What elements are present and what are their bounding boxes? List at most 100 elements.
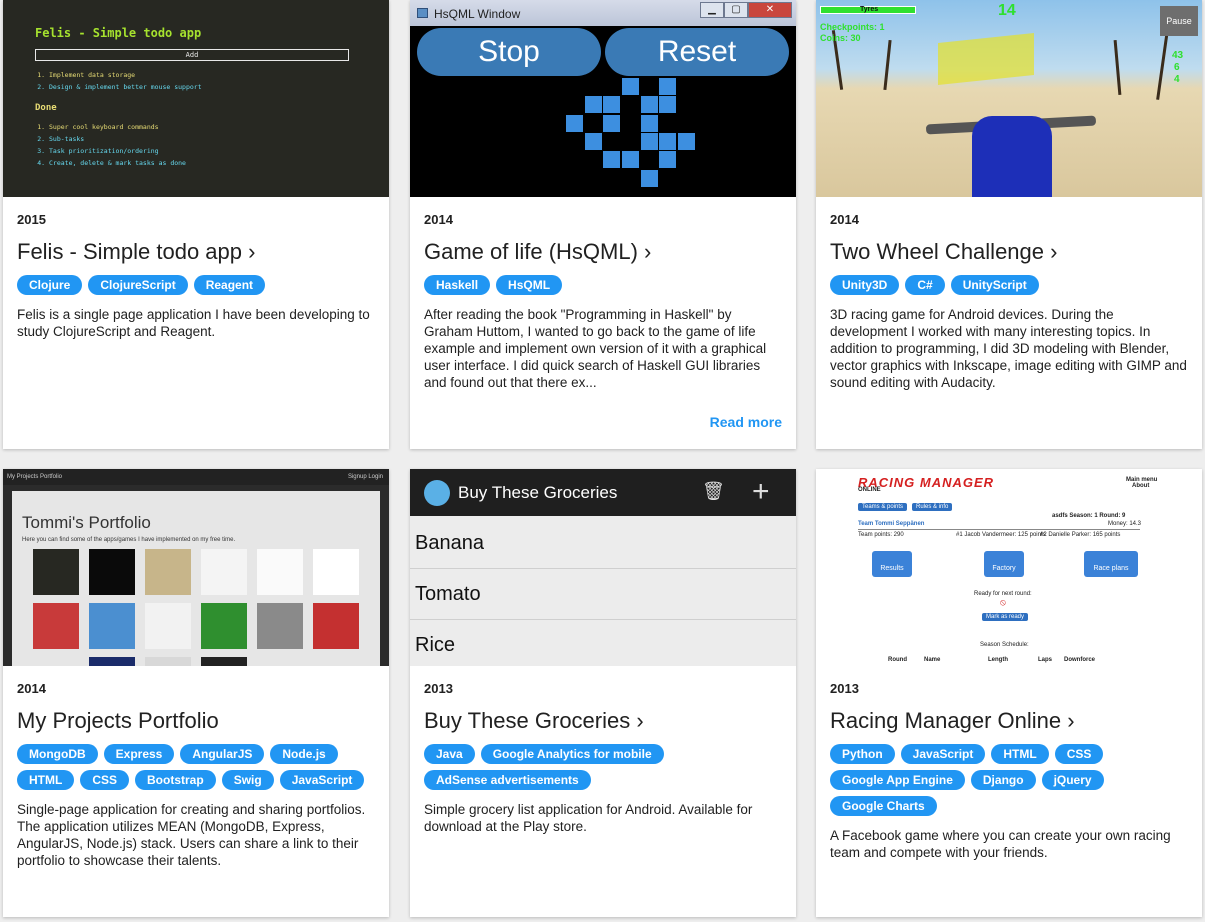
tag-clojurescript[interactable]: ClojureScript bbox=[88, 275, 188, 295]
tag-mongodb[interactable]: MongoDB bbox=[17, 744, 98, 764]
screenshot-done-heading: Done bbox=[35, 103, 57, 113]
tag-css[interactable]: CSS bbox=[1054, 744, 1104, 764]
thumbnail bbox=[145, 657, 191, 666]
list-item: Implement data storage bbox=[49, 69, 389, 81]
screenshot-done-list: Super cool keyboard commands Sub-tasks T… bbox=[35, 121, 389, 169]
screenshot-schedule-label: Season Schedule: bbox=[980, 642, 1029, 648]
list-item: Design & implement better mouse support bbox=[49, 81, 389, 93]
tag-css[interactable]: CSS bbox=[80, 770, 130, 790]
life-cell bbox=[641, 133, 658, 150]
project-card-two-wheel-challenge: Tyres 14 Checkpoints: 1 Coins: 30 Pause … bbox=[816, 0, 1202, 449]
screenshot-teams-button: Teams & points bbox=[858, 503, 908, 511]
tag-list: MongoDB Express AngularJS Node.js HTML C… bbox=[17, 744, 375, 790]
checkpoints-counter: Checkpoints: 1 bbox=[820, 22, 885, 32]
tag-hsqml[interactable]: HsQML bbox=[496, 275, 563, 295]
tag-csharp[interactable]: C# bbox=[905, 275, 945, 295]
project-card-game-of-life: HsQML Window ▁ ▢ ✕ Stop Reset 2014 Game … bbox=[410, 0, 796, 449]
screenshot-team-name: Team Tommi Seppänen bbox=[858, 521, 925, 527]
tag-jquery[interactable]: jQuery bbox=[1041, 770, 1104, 790]
schedule-col-laps: Laps bbox=[1038, 657, 1053, 663]
thumbnail bbox=[89, 657, 135, 666]
project-year: 2013 bbox=[424, 681, 453, 696]
screenshot-nav-links: Signup Login bbox=[347, 474, 383, 480]
tag-list: Haskell HsQML bbox=[424, 275, 782, 295]
life-cell bbox=[641, 115, 658, 132]
project-year: 2014 bbox=[830, 212, 859, 227]
plus-icon: + bbox=[752, 475, 770, 508]
project-year: 2014 bbox=[17, 681, 46, 696]
tag-javascript[interactable]: JavaScript bbox=[279, 770, 365, 790]
screenshot-driver1: #1 Jacob Vandermeer: 125 points bbox=[956, 532, 1046, 538]
tag-django[interactable]: Django bbox=[970, 770, 1036, 790]
screenshot-results-button: Results bbox=[872, 551, 912, 577]
screenshot-heading: Tommi's Portfolio bbox=[22, 513, 151, 532]
tag-html[interactable]: HTML bbox=[991, 744, 1049, 764]
project-screenshot[interactable]: Buy These Groceries 🗑 + Banana Tomato Ri… bbox=[410, 469, 796, 666]
tag-reagent[interactable]: Reagent bbox=[193, 275, 266, 295]
read-more-link[interactable]: Read more bbox=[710, 414, 782, 430]
project-title-link[interactable]: Two Wheel Challenge › bbox=[830, 239, 1188, 265]
screenshot-stop-button: Stop bbox=[417, 28, 601, 76]
project-screenshot[interactable]: RACING MANAGER ONLINE Main menu About Te… bbox=[816, 469, 1202, 666]
screenshot-window-titlebar: HsQML Window ▁ ▢ ✕ bbox=[410, 0, 796, 26]
list-item: Create, delete & mark tasks as done bbox=[49, 157, 389, 169]
project-title-link[interactable]: My Projects Portfolio bbox=[17, 708, 375, 734]
tag-list: Unity3D C# UnityScript bbox=[830, 275, 1188, 295]
project-screenshot[interactable]: Tyres 14 Checkpoints: 1 Coins: 30 Pause … bbox=[816, 0, 1202, 197]
score-value: 14 bbox=[998, 2, 1016, 19]
schedule-col-length: Length bbox=[988, 657, 1008, 663]
screenshot-heading: Felis - Simple todo app bbox=[35, 26, 202, 40]
thumbnail bbox=[257, 549, 303, 595]
maximize-icon: ▢ bbox=[724, 2, 748, 18]
divider bbox=[858, 529, 1140, 530]
life-cell bbox=[659, 133, 676, 150]
list-item: Sub-tasks bbox=[49, 133, 389, 145]
tag-adsense[interactable]: AdSense advertisements bbox=[424, 770, 591, 790]
project-title-link[interactable]: Felis - Simple todo app › bbox=[17, 239, 375, 265]
tag-java[interactable]: Java bbox=[424, 744, 475, 764]
screenshot-nav-title: My Projects Portfolio bbox=[7, 474, 63, 480]
palm-tree bbox=[1113, 39, 1122, 96]
project-title-link[interactable]: Racing Manager Online › bbox=[830, 708, 1188, 734]
tag-google-analytics[interactable]: Google Analytics for mobile bbox=[480, 744, 664, 764]
life-cell bbox=[678, 133, 695, 150]
thumbnail bbox=[313, 603, 359, 649]
project-description: After reading the book "Programming in H… bbox=[424, 307, 767, 390]
thumbnail bbox=[89, 549, 135, 595]
tag-list: Java Google Analytics for mobile AdSense… bbox=[424, 744, 782, 790]
thumbnail bbox=[257, 603, 303, 649]
tag-html[interactable]: HTML bbox=[17, 770, 75, 790]
project-screenshot[interactable]: Felis - Simple todo app Add Implement da… bbox=[3, 0, 389, 197]
tag-haskell[interactable]: Haskell bbox=[424, 275, 491, 295]
tag-google-app-engine[interactable]: Google App Engine bbox=[830, 770, 965, 790]
project-card-racing-manager: RACING MANAGER ONLINE Main menu About Te… bbox=[816, 469, 1202, 917]
tag-express[interactable]: Express bbox=[103, 744, 175, 764]
life-cell bbox=[659, 151, 676, 168]
project-title-link[interactable]: Buy These Groceries › bbox=[424, 708, 782, 734]
tag-clojure[interactable]: Clojure bbox=[17, 275, 83, 295]
project-screenshot[interactable]: HsQML Window ▁ ▢ ✕ Stop Reset bbox=[410, 0, 796, 197]
life-cell bbox=[585, 133, 602, 150]
project-screenshot[interactable]: My Projects Portfolio Signup Login Tommi… bbox=[3, 469, 389, 666]
tag-swig[interactable]: Swig bbox=[221, 770, 274, 790]
window-controls: ▁ ▢ ✕ bbox=[700, 2, 792, 18]
tag-nodejs[interactable]: Node.js bbox=[270, 744, 338, 764]
screenshot-team-points: Team points: 290 bbox=[858, 532, 904, 538]
project-year: 2015 bbox=[17, 212, 46, 227]
window-app-icon bbox=[417, 8, 428, 18]
tag-bootstrap[interactable]: Bootstrap bbox=[135, 770, 216, 790]
project-title-link[interactable]: Game of life (HsQML) › bbox=[424, 239, 782, 265]
tag-list: Clojure ClojureScript Reagent bbox=[17, 275, 375, 295]
tag-google-charts[interactable]: Google Charts bbox=[830, 796, 937, 816]
window-title: HsQML Window bbox=[434, 7, 521, 21]
trash-icon: 🗑 bbox=[702, 481, 725, 501]
thumbnail bbox=[201, 603, 247, 649]
tag-angularjs[interactable]: AngularJS bbox=[180, 744, 265, 764]
screenshot-race-plans-button: Race plans bbox=[1084, 551, 1138, 577]
tag-unityscript[interactable]: UnityScript bbox=[950, 275, 1039, 295]
tag-python[interactable]: Python bbox=[830, 744, 895, 764]
thumbnail bbox=[145, 603, 191, 649]
tag-javascript[interactable]: JavaScript bbox=[900, 744, 986, 764]
project-description: Single-page application for creating and… bbox=[17, 802, 366, 868]
tag-unity3d[interactable]: Unity3D bbox=[830, 275, 900, 295]
